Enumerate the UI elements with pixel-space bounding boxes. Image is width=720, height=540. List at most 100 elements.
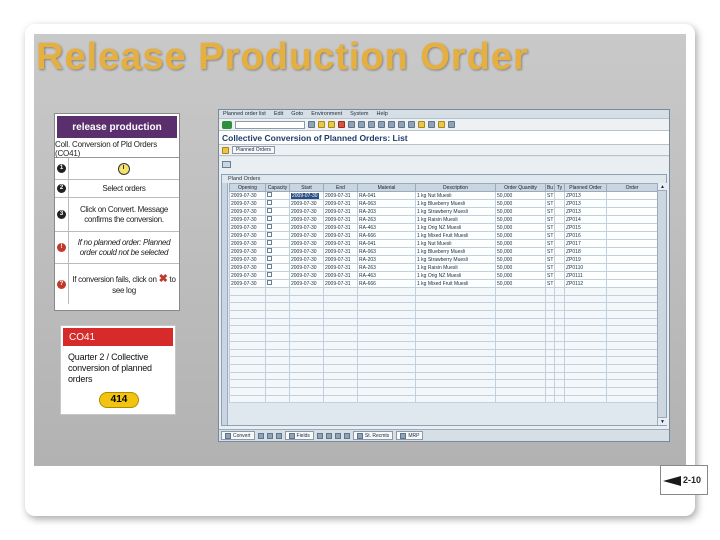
capacity-checkbox[interactable] (267, 240, 272, 245)
find-next-icon[interactable] (368, 121, 375, 128)
vertical-scrollbar[interactable]: ▲ ▼ (657, 183, 667, 425)
save-icon[interactable] (308, 121, 315, 128)
print-icon[interactable] (348, 121, 355, 128)
material-cell: RA-203 (357, 255, 416, 264)
next-page-icon[interactable] (398, 121, 405, 128)
column-header[interactable]: End (323, 183, 358, 192)
table-row[interactable]: 2009-07-30 2009-07-30 2009-07-31 RA-063 1 kg… (229, 199, 658, 208)
sort-icon[interactable] (275, 432, 282, 439)
order-cell (606, 191, 658, 200)
change-icon[interactable] (266, 432, 273, 439)
capacity-checkbox[interactable] (267, 200, 272, 205)
table-row[interactable]: 2009-07-30 2009-07-30 2009-07-31 RA-666 1 kg… (229, 279, 658, 288)
deselect-all-icon[interactable] (334, 432, 341, 439)
capacity-checkbox[interactable] (267, 208, 272, 213)
last-page-icon[interactable] (408, 121, 415, 128)
menu-goto[interactable]: Goto (291, 111, 303, 117)
unit-cell: ST (545, 271, 555, 280)
select-all-icon[interactable] (325, 432, 332, 439)
start-date-cell[interactable]: 2009-07-30 (289, 255, 324, 264)
column-header[interactable]: Planned Order (564, 183, 607, 192)
display-icon[interactable] (222, 161, 231, 168)
convert-button[interactable]: Convert (221, 431, 255, 440)
capacity-checkbox[interactable] (267, 232, 272, 237)
table-row[interactable]: 2009-07-30 2009-07-30 2009-07-31 RA-063 1 kg… (229, 247, 658, 256)
enter-icon[interactable] (222, 120, 232, 129)
table-row[interactable]: 2009-07-30 2009-07-30 2009-07-31 RA-041 1 kg… (229, 239, 658, 248)
folder-icon[interactable] (222, 146, 229, 154)
menu-environment[interactable]: Environment (311, 111, 342, 117)
start-date-cell[interactable]: 2009-07-30 (289, 199, 324, 208)
command-field[interactable] (235, 120, 305, 129)
start-date-cell[interactable]: 2009-07-30 (289, 271, 324, 280)
table-row[interactable]: 2009-07-30 2009-07-30 2009-07-31 RA-203 1 kg… (229, 255, 658, 264)
scroll-up-icon[interactable]: ▲ (658, 183, 667, 191)
layout-icon[interactable] (448, 121, 455, 128)
start-date-cell[interactable]: 2009-07-30 (289, 231, 324, 240)
order-cell (606, 199, 658, 208)
mrp-icon (400, 432, 407, 439)
scroll-down-icon[interactable]: ▼ (658, 417, 667, 425)
start-date-cell[interactable]: 2009-07-30 (289, 279, 324, 288)
table-row[interactable]: 2009-07-30 2009-07-30 2009-07-31 RA-463 1 kg… (229, 223, 658, 232)
menu-help[interactable]: Help (376, 111, 387, 117)
start-date-cell[interactable]: 2009-07-30 (289, 207, 324, 216)
screen-body: Pland Orders Opening Capacity Start End Mate… (219, 157, 669, 429)
start-date-cell[interactable]: 2009-07-30 (289, 239, 324, 248)
exit-icon[interactable] (328, 121, 335, 128)
cancel-icon[interactable] (338, 121, 345, 128)
table-row[interactable]: 2009-07-30 2009-07-30 2009-07-31 RA-203 1 kg… (229, 207, 658, 216)
shortcut-icon[interactable] (428, 121, 435, 128)
capacity-checkbox[interactable] (267, 256, 272, 261)
capacity-checkbox[interactable] (267, 248, 272, 253)
column-header[interactable]: Description (415, 183, 496, 192)
column-header[interactable]: Bu (545, 183, 555, 192)
start-date-cell[interactable]: 2009-07-30 (289, 223, 324, 232)
start-date-cell[interactable]: 2009-07-30 (289, 247, 324, 256)
menu-edit[interactable]: Edit (274, 111, 283, 117)
table-row[interactable]: 2009-07-30 2009-07-30 2009-07-31 RA-041 1 kg… (229, 191, 658, 200)
capacity-cell (265, 231, 290, 240)
detail-icon[interactable] (257, 432, 264, 439)
column-header[interactable]: Ty (554, 183, 565, 192)
previous-page-icon[interactable] (388, 121, 395, 128)
first-page-icon[interactable] (378, 121, 385, 128)
table-row[interactable]: 2009-07-30 2009-07-30 2009-07-31 RA-263 1 kg… (229, 263, 658, 272)
start-date-cell[interactable]: 2009-07-30 (289, 263, 324, 272)
menu-planned-order-list[interactable]: Planned order list (223, 111, 266, 117)
description-cell: 1 kg Blueberry Muesli (415, 247, 496, 256)
column-header[interactable]: Start (289, 183, 324, 192)
capacity-checkbox[interactable] (267, 280, 272, 285)
refresh-icon[interactable] (343, 432, 350, 439)
column-header[interactable]: Material (357, 183, 416, 192)
start-date-cell[interactable]: 2009-07-30 (289, 191, 324, 200)
column-header[interactable]: Order Quantity (495, 183, 546, 192)
capacity-checkbox[interactable] (267, 264, 272, 269)
order-cell (606, 207, 658, 216)
table-row[interactable]: 2009-07-30 2009-07-30 2009-07-31 RA-666 1 kg… (229, 231, 658, 240)
capacity-checkbox[interactable] (267, 272, 272, 277)
mrp-button[interactable]: MRP (396, 431, 424, 440)
column-header[interactable]: Opening (229, 183, 266, 192)
material-cell: RA-263 (357, 263, 416, 272)
capacity-checkbox[interactable] (267, 224, 272, 229)
new-session-icon[interactable] (418, 121, 425, 128)
help-icon[interactable] (438, 121, 445, 128)
opening-date-cell: 2009-07-30 (229, 199, 266, 208)
fields-button[interactable]: Fields (284, 431, 314, 440)
table-row[interactable]: 2009-07-30 2009-07-30 2009-07-31 RA-263 1 kg… (229, 215, 658, 224)
table-row[interactable]: 2009-07-30 2009-07-30 2009-07-31 RA-463 1 kg… (229, 271, 658, 280)
menu-system[interactable]: System (350, 111, 368, 117)
back-icon[interactable] (318, 121, 325, 128)
filter-icon[interactable] (316, 432, 323, 439)
find-icon[interactable] (358, 121, 365, 128)
capacity-checkbox[interactable] (267, 192, 272, 197)
stock-requirements-button[interactable]: St. Recmts (352, 431, 394, 440)
material-cell: RA-463 (357, 223, 416, 232)
row-selector-column[interactable] (222, 183, 228, 425)
column-header[interactable]: Order (606, 183, 658, 192)
capacity-checkbox[interactable] (267, 216, 272, 221)
start-date-cell[interactable]: 2009-07-30 (289, 215, 324, 224)
planned-orders-button[interactable]: Planned Orders (232, 146, 276, 154)
column-header[interactable]: Capacity (265, 183, 290, 192)
